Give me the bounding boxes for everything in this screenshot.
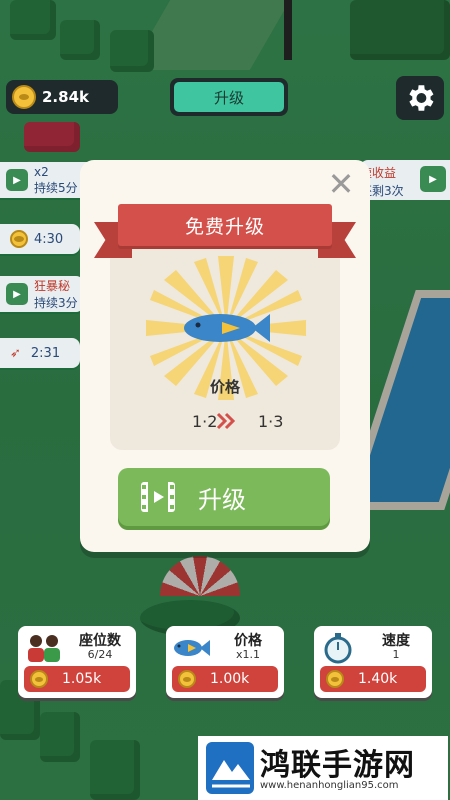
frenzy-ad[interactable]: ▶ 狂暴秘 持续3分 bbox=[0, 276, 84, 312]
close-icon: ✕ bbox=[327, 165, 355, 203]
double-arrow-icon bbox=[216, 412, 236, 430]
rocket-timer-value: 2:31 bbox=[30, 345, 61, 361]
price-current: 1·2 bbox=[192, 412, 218, 431]
watermark-logo-icon bbox=[206, 742, 254, 794]
price-cost: 1.00k bbox=[210, 671, 250, 687]
seats-cost: 1.05k bbox=[62, 671, 102, 687]
price-label: 价格 bbox=[209, 378, 240, 396]
video-icon: ▶ bbox=[420, 166, 446, 192]
video-film-icon bbox=[141, 482, 175, 512]
double-income-sub: 持续5分 bbox=[34, 180, 78, 195]
watermark-brand: 鸿联手游网 bbox=[260, 748, 415, 783]
seats-value: 6/24 bbox=[87, 648, 113, 661]
seats-upgrade-button[interactable]: 1.05k bbox=[24, 666, 130, 692]
speed-title: 速度 bbox=[382, 633, 410, 649]
watermark: 鸿联手游网 www.henanhonglian95.com bbox=[198, 736, 448, 800]
frenzy-sub: 持续3分 bbox=[34, 296, 78, 310]
top-upgrade-button[interactable]: 升级 bbox=[170, 78, 288, 116]
speed-upgrade-button[interactable]: 1.40k bbox=[320, 666, 426, 692]
seats-title: 座位数 bbox=[79, 633, 121, 649]
price-next: 1·3 bbox=[258, 412, 284, 431]
speed-value: 1 bbox=[392, 648, 400, 661]
rocket-timer: ➶ 2:31 bbox=[0, 338, 80, 368]
double-income-title: x2 bbox=[34, 164, 49, 179]
frenzy-title: 狂暴秘 bbox=[34, 279, 71, 293]
price-multiplier: x1.1 bbox=[235, 648, 260, 661]
gear-icon bbox=[409, 85, 434, 111]
fish-icon bbox=[174, 640, 210, 656]
speed-upgrade-card: 速度 1 1.40k bbox=[314, 626, 432, 698]
coin-icon bbox=[326, 670, 344, 688]
speed-cost: 1.40k bbox=[358, 671, 398, 687]
price-title: 价格 bbox=[234, 633, 262, 649]
stopwatch-icon bbox=[324, 633, 352, 664]
coin-amount: 2.84k bbox=[42, 88, 89, 106]
speed-income-ad[interactable]: 速收益 还剩3次 ▶ bbox=[360, 160, 450, 200]
coin-icon bbox=[30, 670, 48, 688]
rocket-icon: ➶ bbox=[10, 345, 21, 361]
watch-ad-upgrade-button[interactable]: 升级 bbox=[118, 468, 330, 526]
coin-icon bbox=[10, 230, 28, 248]
price-upgrade-button[interactable]: 1.00k bbox=[172, 666, 278, 692]
coin-counter: 2.84k bbox=[6, 80, 118, 114]
people-icon bbox=[28, 635, 60, 662]
seats-upgrade-card: 座位数 6/24 1.05k bbox=[18, 626, 136, 698]
watermark-url: www.henanhonglian95.com bbox=[260, 780, 399, 791]
coin-icon bbox=[12, 85, 36, 109]
watch-ad-upgrade-label: 升级 bbox=[198, 485, 246, 514]
boost-timer-value: 4:30 bbox=[34, 231, 64, 247]
boost-timer: 4:30 bbox=[0, 224, 80, 254]
coin-icon bbox=[178, 670, 196, 688]
video-icon: ▶ bbox=[6, 169, 28, 191]
settings-button[interactable] bbox=[396, 76, 444, 120]
close-button[interactable]: ✕ bbox=[326, 168, 356, 200]
top-upgrade-label: 升级 bbox=[174, 82, 284, 112]
price-upgrade-card: 价格 x1.1 1.00k bbox=[166, 626, 284, 698]
video-icon: ▶ bbox=[6, 283, 28, 305]
dialog-title: 免费升级 bbox=[118, 204, 332, 246]
